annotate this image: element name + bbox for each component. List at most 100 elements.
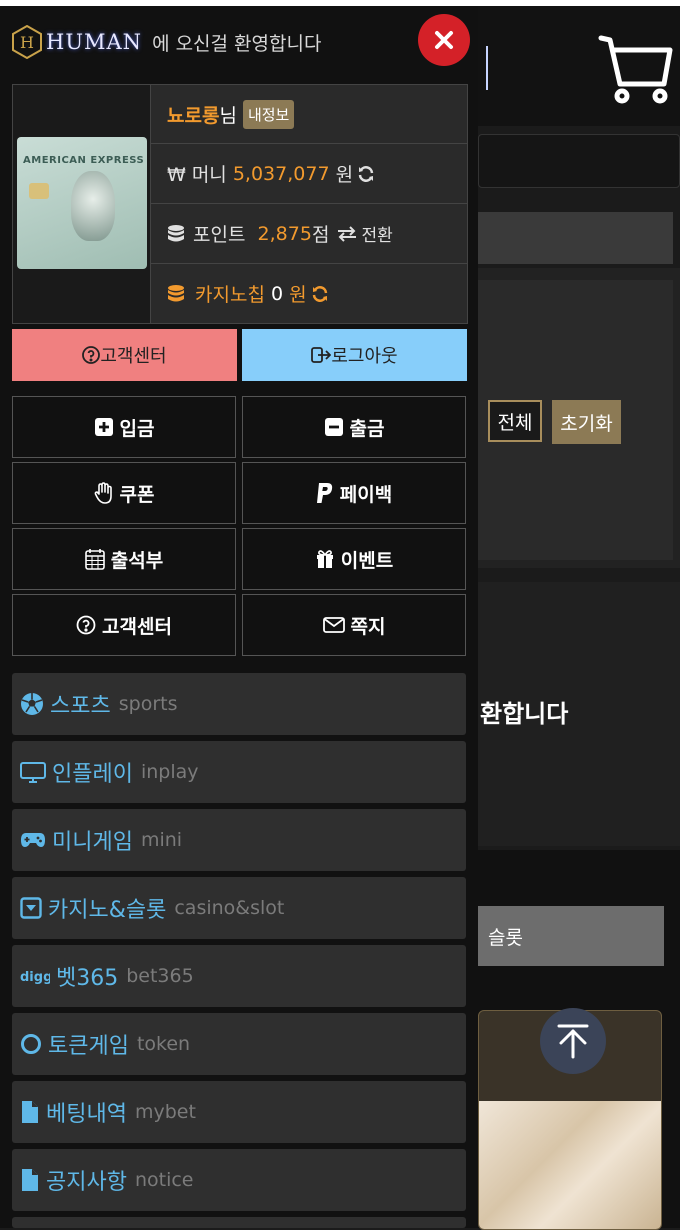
page-welcome-text: 환합니다	[480, 700, 569, 728]
human-logo-icon: H	[12, 25, 42, 59]
nav-item-sports[interactable]: 스포츠 sports	[12, 673, 466, 735]
attendance-button[interactable]: 출석부	[12, 528, 236, 590]
soccer-ball-icon	[21, 693, 43, 715]
brand-name: HUMAN	[46, 30, 143, 54]
arrow-up-icon	[557, 1024, 589, 1059]
plus-square-icon	[94, 418, 113, 436]
casino-chip-row: 카지노칩 0 원	[151, 264, 467, 323]
nav-label: 공지사항	[46, 1170, 127, 1195]
logout-label: 로그아웃	[331, 346, 398, 367]
message-label: 쪽지	[350, 615, 386, 638]
refresh-icon[interactable]	[357, 165, 375, 183]
deposit-label: 입금	[119, 417, 155, 440]
nav-sublabel: mybet	[134, 1101, 196, 1123]
circle-icon	[21, 1034, 41, 1054]
user-info-panel: AMERICAN EXPRESS 뇨로롱 님 내정보 ₩ 머니 5,037,07…	[12, 84, 468, 324]
close-menu-button[interactable]	[418, 14, 470, 66]
envelope-icon	[322, 617, 345, 633]
coupon-label: 쿠폰	[119, 483, 155, 506]
money-unit: 원	[335, 164, 354, 186]
svg-text:digg: digg	[20, 970, 50, 985]
nav-item-casino-slot[interactable]: 카지노&슬롯 casino&slot	[12, 877, 466, 939]
nav-item-mini[interactable]: 미니게임 mini	[12, 809, 466, 871]
user-nickname: 뇨로롱	[167, 104, 220, 127]
support-button[interactable]: 고객센터	[12, 329, 237, 381]
hand-icon	[94, 482, 112, 504]
minus-square-icon	[324, 418, 343, 436]
nav-label: 카지노&슬롯	[48, 898, 167, 923]
calendar-icon	[84, 549, 105, 570]
point-label: 포인트	[193, 224, 246, 246]
casino-chip-value: 0	[270, 282, 284, 305]
digg-icon: digg	[20, 970, 50, 985]
credit-card-image: AMERICAN EXPRESS	[17, 137, 147, 269]
withdraw-button[interactable]: 출금	[242, 396, 466, 458]
nav-item-mybet[interactable]: 베팅내역 mybet	[12, 1081, 466, 1143]
casino-chip-label: 카지노칩	[195, 284, 265, 306]
my-info-button[interactable]: 내정보	[242, 99, 295, 129]
exchange-icon[interactable]	[337, 225, 357, 242]
card-image-cell: AMERICAN EXPRESS	[13, 85, 151, 323]
nav-sublabel: inplay	[140, 761, 199, 783]
point-row: 포인트 2,875 점 전환	[151, 204, 467, 264]
refresh-icon[interactable]	[311, 285, 329, 303]
deposit-button[interactable]: 입금	[12, 396, 236, 458]
exchange-label[interactable]: 전환	[361, 221, 392, 246]
nav-label: 토큰게임	[48, 1034, 129, 1059]
cart-icon[interactable]	[598, 34, 674, 106]
event-label: 이벤트	[340, 549, 394, 572]
attendance-label: 출석부	[110, 549, 164, 572]
nav-label: 벳365	[56, 966, 119, 991]
monitor-icon	[20, 762, 46, 783]
user-suffix: 님	[219, 104, 237, 127]
user-row: 뇨로롱 님 내정보	[151, 85, 467, 144]
money-value: 5,037,077	[232, 162, 330, 185]
close-icon	[435, 31, 453, 49]
brand-welcome-text: 에 오신걸 환영합니다	[152, 32, 322, 55]
nav-item-notice[interactable]: 공지사항 notice	[12, 1149, 466, 1211]
payback-label: 페이백	[339, 483, 393, 506]
point-unit: 점	[311, 224, 330, 246]
nav-sublabel: casino&slot	[174, 897, 285, 919]
nav-item-inplay[interactable]: 인플레이 inplay	[12, 741, 466, 803]
nav-sublabel: sports	[118, 693, 178, 715]
page-section-header	[478, 212, 673, 264]
tab-slot[interactable]: 슬롯	[478, 906, 664, 966]
page-search-bar	[478, 134, 680, 188]
nav-label: 미니게임	[52, 830, 133, 855]
scroll-to-top-button[interactable]	[540, 1008, 606, 1074]
nav-item-bet365[interactable]: digg 벳365 bet365	[12, 945, 466, 1007]
nav-item-partial[interactable]	[12, 1217, 466, 1228]
support-grid-button[interactable]: 고객센터	[12, 594, 236, 656]
file-icon	[22, 1169, 38, 1191]
casino-chip-unit: 원	[289, 284, 307, 306]
nav-sublabel: bet365	[126, 965, 194, 987]
nav-label: 베팅내역	[46, 1102, 127, 1127]
nav-sublabel: notice	[134, 1169, 194, 1191]
nav-item-token[interactable]: 토큰게임 token	[12, 1013, 466, 1075]
support-label: 고객센터	[100, 346, 167, 367]
logout-button[interactable]: 로그아웃	[242, 329, 467, 381]
brand: H HUMAN 에 오신걸 환영합니다	[12, 22, 321, 62]
nav-label: 인플레이	[52, 762, 133, 787]
svg-text:H: H	[20, 33, 34, 52]
gift-icon	[316, 550, 333, 568]
nav-label: 스포츠	[50, 694, 111, 719]
point-value: 2,875	[257, 222, 312, 245]
coins-icon	[168, 284, 184, 301]
gamepad-icon	[21, 833, 45, 847]
support-grid-label: 고객센터	[102, 615, 172, 638]
game-card-image	[479, 1101, 661, 1229]
caret-square-icon	[20, 897, 42, 919]
question-circle-icon	[82, 346, 101, 364]
coupon-button[interactable]: 쿠폰	[12, 462, 236, 524]
payback-button[interactable]: 페이백	[242, 462, 466, 524]
money-label: ₩ 머니	[167, 164, 227, 186]
event-button[interactable]: 이벤트	[242, 528, 466, 590]
filter-all-button[interactable]: 전체	[488, 400, 542, 442]
message-button[interactable]: 쪽지	[242, 594, 466, 656]
sign-out-icon	[311, 347, 332, 363]
filter-reset-button[interactable]: 초기화	[552, 400, 621, 444]
money-row: ₩ 머니 5,037,077 원	[151, 144, 467, 204]
nav-sublabel: mini	[140, 829, 183, 851]
